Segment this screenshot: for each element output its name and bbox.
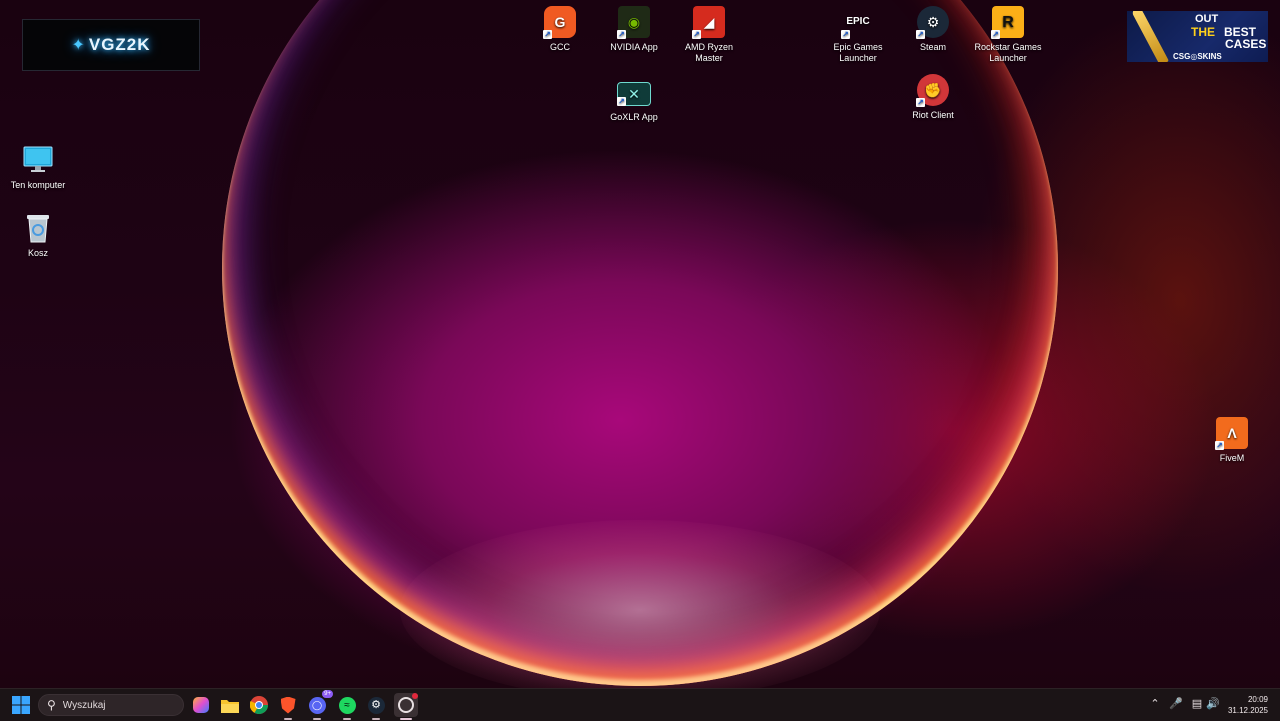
taskbar-obs[interactable]: [394, 693, 418, 720]
goxlr-icon: ✕ ↗: [617, 82, 651, 106]
shortcut-arrow-icon: ↗: [916, 30, 925, 39]
spotify-icon: ≈: [338, 696, 356, 714]
desktop-icon-label: Epic Games Launcher: [833, 42, 883, 63]
desktop-icon-steam[interactable]: ⚙ ↗ Steam: [895, 6, 971, 53]
desktop-icon-label: Kosz: [27, 248, 48, 258]
desktop-icon-this-pc[interactable]: Ten komputer: [0, 144, 76, 191]
desktop-icon-label: AMD Ryzen Master: [684, 42, 733, 63]
show-hidden-icons-chevron-icon[interactable]: ⌃: [1148, 697, 1162, 711]
system-clock[interactable]: 20:09 31.12.2025: [1224, 694, 1268, 716]
steam-icon: ⚙: [367, 696, 385, 714]
discord-icon: ◯: [308, 696, 326, 714]
taskbar: ⚲ ◯ 9+ ≈ ⚙: [0, 688, 1280, 721]
desktop-icon-riot-client[interactable]: ✊ ↗ Riot Client: [895, 74, 971, 121]
volume-icon[interactable]: 🔊: [1206, 697, 1220, 711]
clock-time: 20:09: [1247, 695, 1268, 704]
shortcut-arrow-icon: ↗: [617, 97, 626, 106]
rockstar-icon: R ↗: [991, 6, 1024, 39]
shortcut-arrow-icon: ↗: [1215, 441, 1224, 450]
start-button[interactable]: [9, 693, 33, 717]
ad-brand: CSG◎SKINS: [1173, 52, 1222, 61]
desktop-icon-label: GCC: [550, 42, 570, 52]
folder-icon: [221, 699, 239, 713]
riot-client-icon: ✊ ↗: [916, 74, 949, 107]
desktop-icon-label: NVIDIA App: [610, 42, 658, 52]
taskbar-copilot[interactable]: [189, 693, 213, 717]
shortcut-arrow-icon: ↗: [692, 30, 701, 39]
fivem-icon: Λ ↗: [1215, 417, 1248, 450]
desktop-icon-label: Ten komputer: [10, 180, 66, 190]
microphone-icon[interactable]: 🎤: [1169, 697, 1183, 711]
taskbar-chrome[interactable]: [247, 693, 271, 717]
chrome-icon: [250, 696, 268, 714]
desktop-icon-label: Riot Client: [912, 110, 954, 120]
clock-date: 31.12.2025: [1227, 706, 1268, 715]
logo-text: VGZ2K: [88, 35, 151, 54]
csgoskins-ad-banner[interactable]: OUT THE BEST CASES CSG◎SKINS: [1127, 11, 1268, 62]
ad-line-4: CASES: [1225, 37, 1267, 51]
taskbar-spotify[interactable]: ≈: [335, 693, 359, 720]
taskbar-search[interactable]: ⚲: [38, 694, 184, 716]
taskbar-discord[interactable]: ◯ 9+: [305, 690, 333, 720]
copilot-icon: [193, 697, 209, 713]
discord-notification-badge: 9+: [322, 690, 333, 698]
monitor-icon: [22, 144, 54, 176]
taskbar-file-explorer[interactable]: [218, 693, 242, 717]
wallpaper-orb-glow: [400, 520, 880, 688]
bird-icon: ✦: [71, 37, 86, 54]
search-icon: ⚲: [47, 698, 56, 712]
steam-icon: ⚙ ↗: [916, 6, 949, 39]
desktop-icon-amd-ryzen-master[interactable]: ◢ ↗ AMD Ryzen Master: [671, 6, 747, 64]
desktop-icon-nvidia-app[interactable]: ◉ ↗ NVIDIA App: [596, 6, 672, 53]
desktop-icon-fivem[interactable]: Λ ↗ FiveM: [1194, 417, 1270, 464]
obs-status-dot: [412, 693, 418, 699]
desktop-icon-goxlr[interactable]: ✕ ↗ GoXLR App: [596, 78, 672, 123]
knife-icon: [1131, 11, 1169, 62]
desktop-icon-label: FiveM: [1219, 453, 1245, 463]
search-input[interactable]: [60, 698, 175, 712]
ad-line-2: THE: [1191, 25, 1215, 39]
gcc-icon: G ↗: [543, 6, 576, 39]
windows-icon: [12, 696, 30, 714]
shortcut-arrow-icon: ↗: [841, 30, 850, 39]
shortcut-arrow-icon: ↗: [916, 98, 925, 107]
brave-icon: [280, 696, 296, 714]
shortcut-arrow-icon: ↗: [543, 30, 552, 39]
vgz2k-logo-widget[interactable]: ✦ VGZ2K: [22, 19, 200, 71]
desktop-icon-label: Rockstar Games Launcher: [974, 42, 1042, 63]
desktop-icon-gcc[interactable]: G ↗ GCC: [522, 6, 598, 53]
recycle-bin-icon: [22, 212, 54, 244]
epic-games-icon: EPIC ↗: [841, 16, 870, 39]
network-icon[interactable]: ▤: [1190, 697, 1204, 711]
obs-icon: [398, 697, 414, 713]
nvidia-icon: ◉ ↗: [617, 6, 650, 39]
taskbar-brave[interactable]: [276, 693, 300, 720]
shortcut-arrow-icon: ↗: [617, 30, 626, 39]
desktop-icon-label: Steam: [919, 42, 946, 52]
ad-line-1: OUT: [1195, 13, 1219, 25]
desktop-icon-recycle-bin[interactable]: Kosz: [0, 212, 76, 259]
desktop-icon-rockstar[interactable]: R ↗ Rockstar Games Launcher: [970, 6, 1046, 64]
desktop-icon-label: GoXLR App: [610, 112, 658, 122]
taskbar-steam[interactable]: ⚙: [364, 693, 388, 720]
shortcut-arrow-icon: ↗: [991, 30, 1000, 39]
amd-ryzen-master-icon: ◢ ↗: [692, 6, 725, 39]
desktop-icon-epic-games[interactable]: EPIC ↗ Epic Games Launcher: [820, 6, 896, 64]
